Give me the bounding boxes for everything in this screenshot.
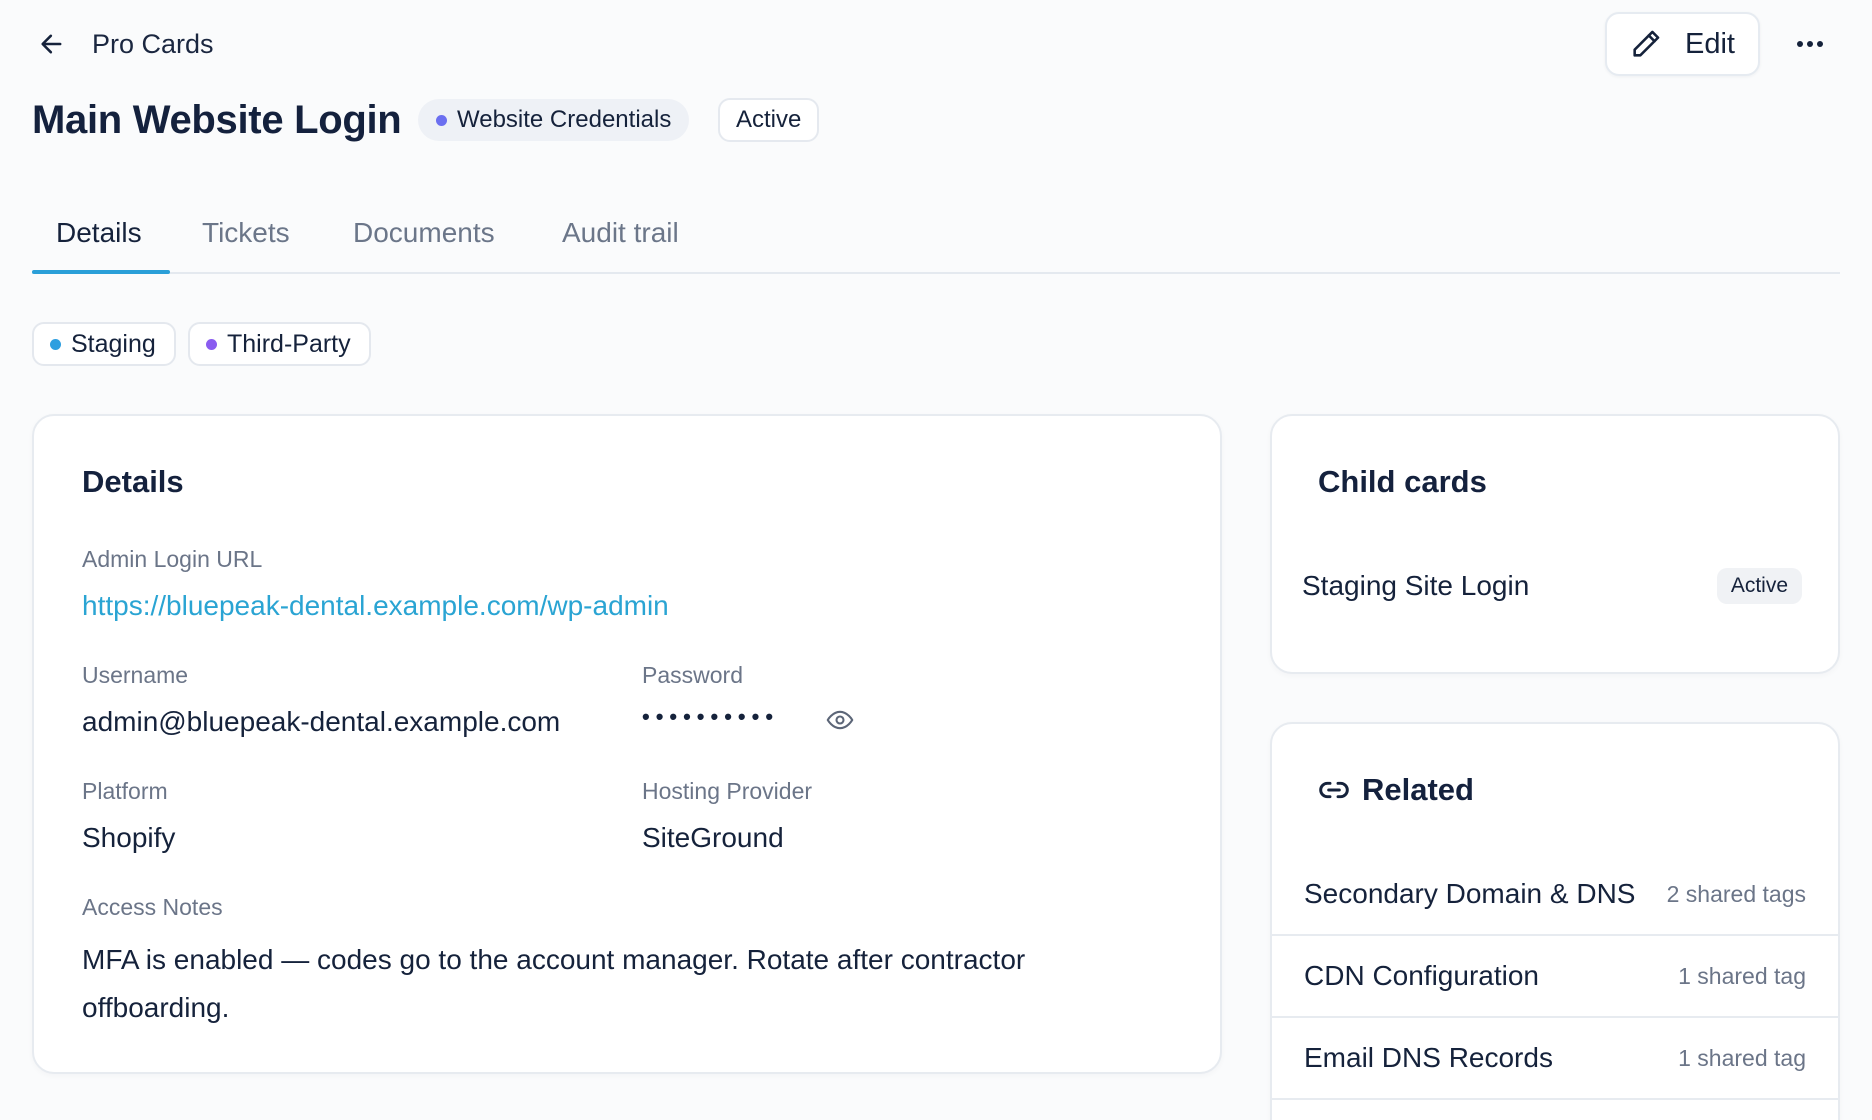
active-tab-indicator [32, 270, 170, 274]
tag-label: Third-Party [227, 329, 351, 358]
tag-dot [50, 338, 61, 350]
related-item-name: Email DNS Records [1304, 1042, 1553, 1073]
access-notes-label: Access Notes [82, 894, 223, 920]
tag-dot [206, 338, 217, 350]
child-cards-title: Child cards [1318, 464, 1487, 499]
related-item[interactable]: CDN Configuration 1 shared tag [1272, 936, 1838, 1018]
child-card-name: Staging Site Login [1302, 570, 1530, 601]
username-label: Username [82, 662, 189, 688]
related-item-meta: 1 shared tag [1678, 1044, 1806, 1071]
related-item-meta: 2 shared tags [1666, 880, 1806, 907]
edit-button-label: Edit [1685, 27, 1735, 60]
related-title: Related [1362, 772, 1474, 807]
related-item[interactable]: Secondary Domain & DNS 2 shared tags [1272, 854, 1838, 936]
related-item-name: CDN Configuration [1304, 960, 1539, 991]
link-icon [1319, 781, 1349, 799]
category-dot [436, 114, 447, 126]
tag-chip-staging[interactable]: Staging [32, 322, 176, 366]
related-panel: Related Secondary Domain & DNS 2 shared … [1270, 722, 1840, 1120]
password-value: •••••••••• [642, 704, 780, 729]
child-cards-panel: Child cards Staging Site Login Active [1270, 414, 1840, 674]
pencil-icon [1633, 30, 1660, 57]
admin-url-label: Admin Login URL [82, 546, 263, 572]
more-options-button[interactable] [1790, 24, 1830, 64]
child-card-row[interactable]: Staging Site Login Active [1302, 568, 1802, 604]
category-badge: Website Credentials [418, 99, 690, 141]
tab-audit-trail[interactable]: Audit trail [562, 208, 679, 274]
tab-bar: Details Tickets Documents Audit trail [32, 208, 1840, 274]
child-card-status-badge: Active [1716, 568, 1802, 604]
admin-url-link[interactable]: https://bluepeak-dental.example.com/wp-a… [82, 590, 669, 622]
tab-documents[interactable]: Documents [353, 208, 495, 274]
tab-details[interactable]: Details [56, 208, 142, 274]
hosting-label: Hosting Provider [642, 778, 813, 804]
related-item[interactable]: Email DNS Records 1 shared tag [1272, 1018, 1838, 1100]
related-item-meta: 1 shared tag [1678, 962, 1806, 989]
related-item-name: Secondary Domain & DNS [1304, 878, 1636, 909]
reveal-password-button[interactable] [826, 706, 854, 739]
tab-tickets[interactable]: Tickets [202, 208, 290, 274]
access-notes-value: MFA is enabled — codes go to the account… [82, 944, 1026, 1023]
more-horizontal-icon [1797, 41, 1823, 47]
details-card-title: Details [82, 464, 184, 499]
eye-icon [826, 710, 854, 730]
platform-value: Shopify [82, 822, 176, 853]
details-card: Details Admin Login URL https://bluepeak… [32, 414, 1222, 1074]
back-button[interactable] [34, 26, 70, 62]
tag-label: Staging [71, 329, 156, 358]
category-label: Website Credentials [457, 106, 672, 133]
password-label: Password [642, 662, 743, 688]
breadcrumb[interactable]: Pro Cards [92, 26, 214, 62]
hosting-value: SiteGround [642, 822, 784, 853]
page-title: Main Website Login [32, 98, 402, 142]
related-header: Related [1318, 772, 1474, 808]
username-value: admin@bluepeak-dental.example.com [82, 706, 561, 737]
arrow-left-icon [41, 34, 62, 54]
edit-button[interactable]: Edit [1605, 12, 1760, 76]
tag-chip-third-party[interactable]: Third-Party [188, 322, 371, 366]
status-badge: Active [718, 98, 820, 142]
platform-label: Platform [82, 778, 168, 804]
